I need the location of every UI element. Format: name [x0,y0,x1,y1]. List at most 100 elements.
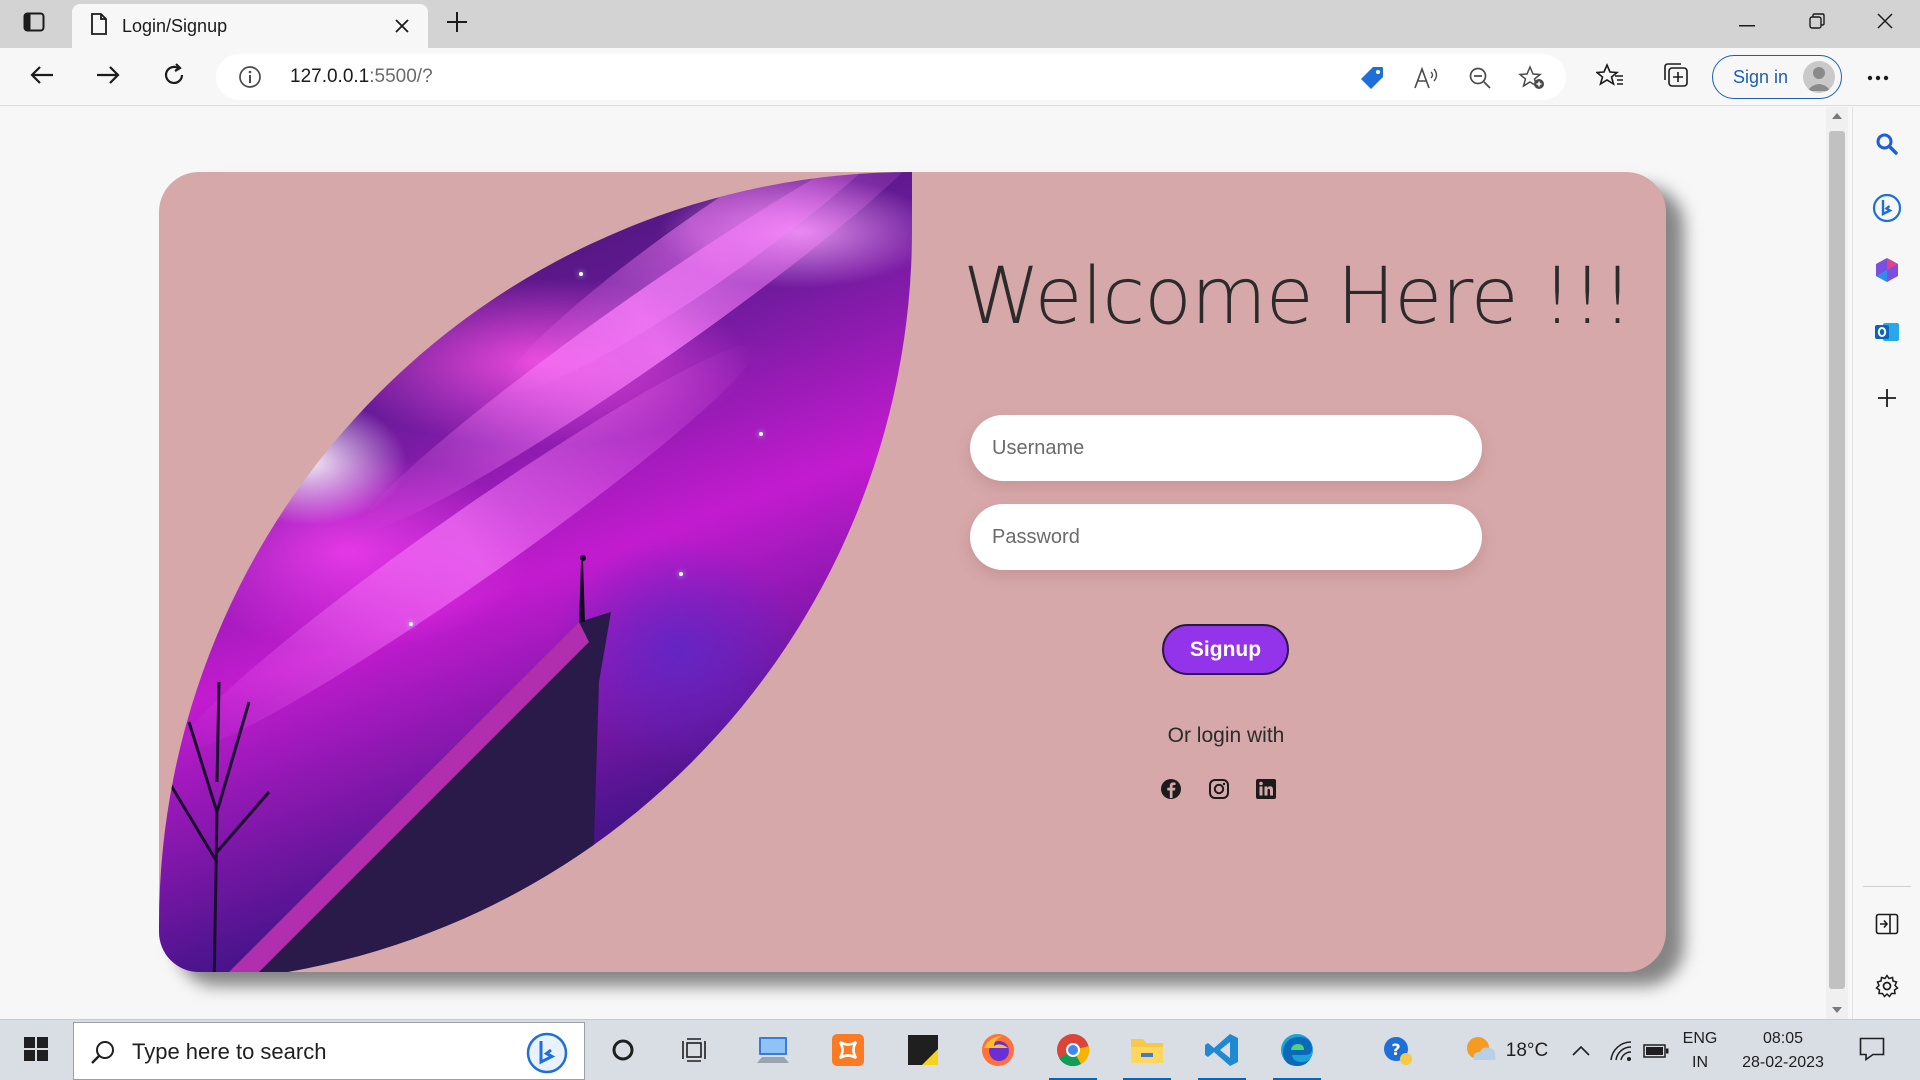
taskbar-app-edge[interactable] [1267,1028,1327,1080]
address-bar[interactable]: 127.0.0.1:5500/? [216,54,1566,100]
taskbar-app-chrome[interactable] [1043,1028,1103,1080]
username-input[interactable] [970,415,1482,481]
url-text: 127.0.0.1:5500/? [290,66,433,88]
add-sidebar-app-icon[interactable] [1870,381,1904,415]
taskbar-clock[interactable]: 08:05 28-02-2023 [1738,1027,1828,1075]
task-view-button[interactable] [665,1028,725,1076]
close-tab-icon[interactable] [390,14,414,38]
search-icon [90,1039,116,1070]
plus-icon [446,11,468,38]
start-button[interactable] [14,1033,58,1069]
taskbar-app-computer[interactable] [743,1028,803,1076]
favorites-icon [1594,62,1624,92]
taskbar-app-firefox[interactable] [968,1028,1028,1076]
task-view-icon [681,1037,709,1067]
zoom-out-icon[interactable] [1466,64,1494,92]
tab-strip: Login/Signup [0,0,1920,48]
collections-button[interactable] [1658,59,1694,95]
tab-actions-button[interactable] [14,8,54,40]
close-icon [1877,12,1893,34]
login-card: Welcome Here !!! Signup Or login with [159,172,1666,972]
clock-time: 08:05 [1762,1030,1804,1047]
cliff-silhouette [229,555,611,972]
bing-chat-icon[interactable] [1870,191,1904,225]
page-title: Welcome Here !!! [963,252,1633,342]
firefox-icon [980,1032,1016,1073]
sign-in-button[interactable]: Sign in [1712,55,1842,99]
taskbar-app-vscode[interactable] [1192,1028,1252,1080]
bing-icon[interactable] [526,1032,568,1074]
sidebar-divider [1863,886,1911,887]
avatar-icon [1803,61,1835,93]
settings-and-more-button[interactable] [1858,59,1898,95]
office-icon[interactable] [1870,253,1904,287]
page-icon [90,12,108,40]
taskbar-app-xampp[interactable] [818,1028,878,1076]
collections-icon [1663,62,1689,93]
clock-date: 28-02-2023 [1742,1054,1824,1071]
taskbar-search-box[interactable]: Type here to search [73,1022,585,1080]
favorites-button[interactable] [1592,59,1628,95]
page-viewport: Welcome Here !!! Signup Or login with [0,107,1826,1019]
chrome-icon [1055,1032,1091,1073]
nebula-streak [342,172,912,557]
star [819,692,823,696]
close-window-button[interactable] [1850,0,1920,46]
weather-sun-icon [1464,1034,1498,1069]
more-dots-icon [1867,68,1889,86]
scroll-up-arrow-icon[interactable] [1826,107,1848,125]
notification-center-button[interactable] [1852,1034,1892,1068]
sidebar-settings-icon[interactable] [1870,969,1904,1003]
refresh-button[interactable] [154,59,194,95]
minimize-button[interactable] [1712,0,1782,46]
vertical-scrollbar[interactable] [1826,107,1848,1019]
edge-sidebar [1852,107,1920,1019]
instagram-icon[interactable] [1206,776,1232,802]
read-aloud-icon[interactable] [1412,64,1440,92]
cortana-button[interactable] [593,1028,653,1076]
notification-icon [1859,1037,1885,1066]
help-tray-icon[interactable]: ? [1380,1034,1416,1068]
edge-icon [1278,1031,1316,1074]
or-login-label: Or login with [1167,724,1285,747]
scroll-down-arrow-icon[interactable] [1826,1001,1848,1019]
svg-text:?: ? [1391,1040,1400,1059]
restore-icon [1809,12,1825,34]
taskbar-app-sticky-notes[interactable] [893,1028,953,1076]
site-info-icon[interactable] [238,65,262,94]
restore-button[interactable] [1782,0,1852,46]
browser-tab-active[interactable]: Login/Signup [72,4,428,48]
scroll-thumb[interactable] [1829,131,1845,989]
linkedin-icon[interactable] [1253,776,1279,802]
star [759,432,763,436]
galaxy-illustration [159,172,912,972]
signup-button[interactable]: Signup [1162,624,1289,675]
minimize-icon [1739,14,1755,32]
star [369,352,373,356]
input-language-indicator[interactable]: ENG IN [1680,1027,1720,1075]
battery-icon[interactable] [1640,1034,1672,1068]
outlook-icon[interactable] [1870,315,1904,349]
cortana-circle-icon [611,1038,635,1067]
sign-in-label: Sign in [1733,66,1789,87]
region-code: IN [1692,1054,1708,1071]
network-icon[interactable] [1606,1034,1636,1068]
taskbar-app-file-explorer[interactable] [1117,1028,1177,1080]
weather-temperature: 18°C [1505,1040,1549,1061]
hide-sidebar-icon[interactable] [1870,907,1904,941]
shopping-tag-icon[interactable] [1358,64,1386,92]
show-hidden-icons-button[interactable] [1568,1034,1594,1068]
search-icon[interactable] [1870,127,1904,161]
back-button[interactable] [22,59,62,95]
url-host: 127.0.0.1 [290,66,370,87]
facebook-icon[interactable] [1158,776,1184,802]
tab-actions-icon [23,12,45,37]
forward-button[interactable] [88,59,128,95]
windows-logo-icon [24,1036,48,1066]
vscode-icon [1204,1032,1240,1073]
password-input[interactable] [970,504,1482,570]
weather-widget[interactable]: 18°C [1456,1034,1556,1068]
browser-toolbar: 127.0.0.1:5500/? Sign in [0,48,1920,106]
add-favorite-icon[interactable] [1518,64,1546,92]
new-tab-button[interactable] [440,8,474,40]
